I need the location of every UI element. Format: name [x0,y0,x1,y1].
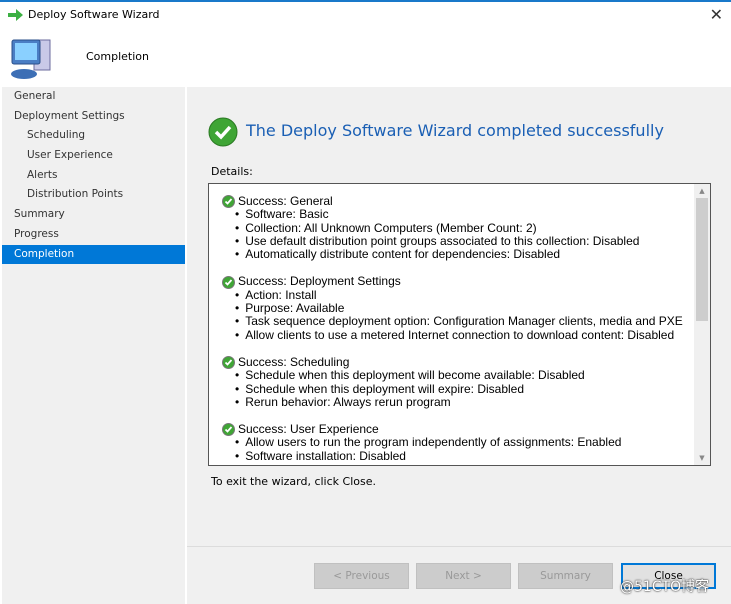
sidebar-item-deployment-settings[interactable]: Deployment Settings [2,107,185,127]
main-panel: The Deploy Software Wizard completed suc… [187,87,731,546]
detail-item: Allow users to run the program independe… [222,436,692,450]
details-label: Details: [211,165,253,178]
exit-instructions: To exit the wizard, click Close. [211,475,376,488]
sidebar-item-progress[interactable]: Progress [2,225,185,245]
sidebar-item-alerts[interactable]: Alerts [2,166,185,186]
detail-item: Software: Basic [222,207,692,221]
detail-item: Allow clients to use a metered Internet … [222,328,692,342]
detail-item: Task sequence deployment option: Configu… [222,315,692,329]
success-check-icon [222,356,235,370]
wizard-navigation: General Deployment Settings Scheduling User… [2,87,185,604]
watermark: @51CTO博客 [620,579,710,595]
detail-item: Schedule when this deployment will expir… [222,382,692,396]
sidebar-item-distribution-points[interactable]: Distribution Points [2,185,185,205]
previous-button[interactable]: < Previous [314,563,409,589]
detail-item: Action: Install [222,288,692,302]
page-title: Completion [86,50,150,63]
details-section: Success: SchedulingSchedule when this de… [222,354,692,409]
next-button[interactable]: Next > [416,563,511,589]
detail-item: Rerun behavior: Always rerun program [222,395,692,409]
scroll-up-icon[interactable]: ▲ [694,184,710,198]
detail-item: Purpose: Available [222,301,692,315]
sidebar-item-general[interactable]: General [2,87,185,107]
close-icon[interactable]: ✕ [710,5,723,24]
scroll-down-icon[interactable]: ▼ [694,451,710,465]
section-title: Success: General [238,194,333,208]
detail-item: Use default distribution point groups as… [222,234,692,248]
scrollbar-thumb[interactable] [696,198,708,321]
wizard-header: Completion [0,28,731,86]
success-check-icon [222,195,235,209]
sidebar-item-summary[interactable]: Summary [2,205,185,225]
vertical-scrollbar[interactable]: ▲ ▼ [694,184,710,465]
sidebar-item-completion[interactable]: Completion [2,244,185,265]
detail-item: Software installation: Disabled [222,449,692,463]
computer-icon [11,39,51,79]
section-title: Success: Scheduling [238,354,350,369]
sidebar-item-scheduling[interactable]: Scheduling [2,126,185,146]
section-title: Success: Deployment Settings [238,274,401,289]
success-check-icon [222,275,235,289]
section-title: Success: User Experience [238,422,379,437]
details-section: Success: User ExperienceAllow users to r… [222,422,692,463]
title-bar: Deploy Software Wizard ✕ [0,2,731,28]
completion-headline: The Deploy Software Wizard completed suc… [246,121,664,140]
success-check-icon [208,117,238,147]
detail-item: Collection: All Unknown Computers (Membe… [222,221,692,235]
window-title: Deploy Software Wizard [28,8,160,21]
detail-item: Schedule when this deployment will becom… [222,368,692,382]
detail-item: Automatically distribute content for dep… [222,247,692,261]
details-section: Success: Deployment SettingsAction: Inst… [222,275,692,341]
green-arrow-icon [8,9,23,21]
details-section: Success: GeneralSoftware: BasicCollectio… [222,194,692,261]
success-check-icon [222,423,235,437]
summary-button[interactable]: Summary [518,563,613,589]
sidebar-item-user-experience[interactable]: User Experience [2,146,185,166]
details-box[interactable]: Success: GeneralSoftware: BasicCollectio… [208,183,711,466]
